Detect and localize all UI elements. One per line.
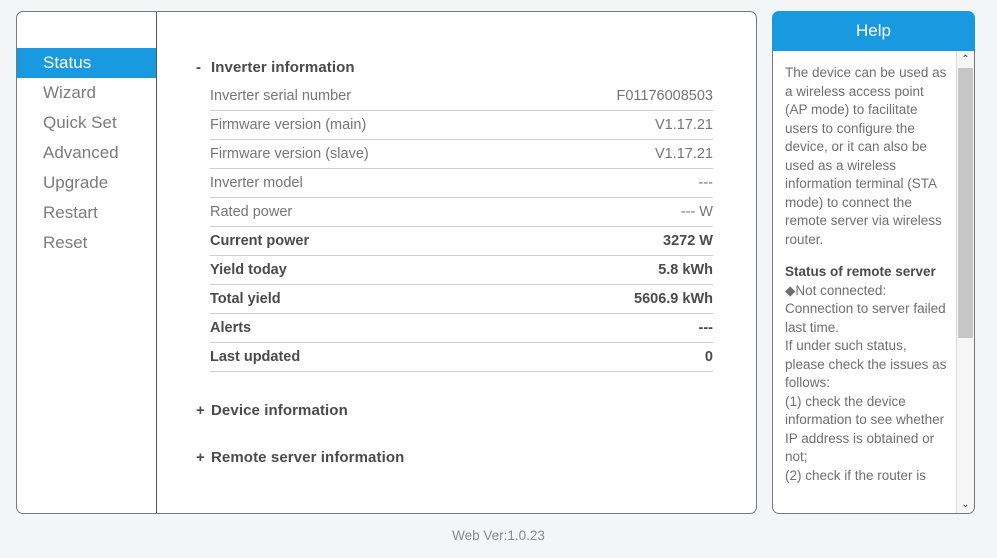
table-row: Inverter serial number F01176008503 xyxy=(210,82,713,111)
help-status-line-4: (2) check if the router is xyxy=(785,467,927,483)
help-panel-header: Help xyxy=(772,11,975,51)
row-label: Rated power xyxy=(210,197,462,227)
row-value: 5606.9 kWh xyxy=(461,284,713,314)
sidebar-item-status[interactable]: Status xyxy=(17,48,156,78)
sidebar-item-label: Advanced xyxy=(43,143,119,162)
table-row: Last updated 0 xyxy=(210,342,713,372)
section-title: Inverter information xyxy=(211,59,355,76)
row-value: --- xyxy=(461,313,713,343)
help-panel-body-wrapper: The device can be used as a wireless acc… xyxy=(772,51,975,514)
help-paragraph-intro: The device can be used as a wireless acc… xyxy=(785,65,947,247)
help-status-line-2: If under such status, please check the i… xyxy=(785,338,947,390)
device-information-header[interactable]: + Device information xyxy=(196,402,724,419)
table-row: Inverter model --- xyxy=(210,168,713,198)
help-scrollbar[interactable]: ⌃ ⌄ xyxy=(956,51,974,513)
inverter-info-table: Inverter serial number F01176008503 Firm… xyxy=(210,82,713,372)
row-value: 5.8 kWh xyxy=(461,255,713,285)
sidebar-item-label: Quick Set xyxy=(43,113,117,132)
row-label: Total yield xyxy=(210,284,462,314)
table-row: Firmware version (slave) V1.17.21 xyxy=(210,139,713,169)
inverter-information-header[interactable]: - Inverter information xyxy=(196,59,724,76)
help-subheading: Status of remote server xyxy=(785,264,936,279)
sidebar-item-label: Restart xyxy=(43,203,98,222)
row-label: Alerts xyxy=(210,313,462,343)
help-status-line-3: (1) check the device information to see … xyxy=(785,393,945,465)
sidebar-item-label: Reset xyxy=(43,233,88,252)
collapse-minus-icon[interactable]: - xyxy=(196,59,211,76)
section-title: Remote server information xyxy=(211,449,405,466)
sidebar-item-wizard[interactable]: Wizard xyxy=(17,78,156,108)
table-row: Current power 3272 W xyxy=(210,226,713,256)
table-row: Yield today 5.8 kWh xyxy=(210,255,713,285)
help-panel-text: The device can be used as a wireless acc… xyxy=(773,51,955,513)
table-row: Total yield 5606.9 kWh xyxy=(210,284,713,314)
main-window: Status Wizard Quick Set Advanced Upgrade… xyxy=(16,11,757,514)
row-label: Firmware version (main) xyxy=(210,110,462,140)
remote-server-information-header[interactable]: + Remote server information xyxy=(196,449,724,466)
web-version-label: Web Ver:1.0.23 xyxy=(452,528,545,543)
row-label: Yield today xyxy=(210,255,462,285)
row-value: --- W xyxy=(461,197,713,227)
help-paragraph-status: Status of remote server ◆Not connected: … xyxy=(785,263,947,485)
row-label: Last updated xyxy=(210,342,462,372)
sidebar-item-advanced[interactable]: Advanced xyxy=(17,138,156,168)
table-row: Firmware version (main) V1.17.21 xyxy=(210,110,713,140)
row-label: Inverter serial number xyxy=(210,82,462,111)
sidebar-item-upgrade[interactable]: Upgrade xyxy=(17,168,156,198)
table-row: Rated power --- W xyxy=(210,197,713,227)
scroll-down-icon[interactable]: ⌄ xyxy=(957,496,974,513)
sidebar-item-label: Status xyxy=(43,53,92,72)
section-title: Device information xyxy=(211,402,348,419)
footer: Web Ver:1.0.23 xyxy=(0,528,997,543)
row-value: F01176008503 xyxy=(461,82,713,111)
table-row: Alerts --- xyxy=(210,313,713,343)
content-area: - Inverter information Inverter serial n… xyxy=(158,12,756,513)
row-value: 3272 W xyxy=(461,226,713,256)
scrollbar-thumb[interactable] xyxy=(958,68,973,338)
row-value: --- xyxy=(461,168,713,198)
scroll-up-icon[interactable]: ⌃ xyxy=(957,51,974,68)
sidebar-item-restart[interactable]: Restart xyxy=(17,198,156,228)
sidebar-nav: Status Wizard Quick Set Advanced Upgrade… xyxy=(17,12,157,513)
help-status-line-1: ◆Not connected: Connection to server fai… xyxy=(785,282,946,335)
help-title: Help xyxy=(856,21,891,40)
sidebar-item-label: Wizard xyxy=(43,83,96,102)
expand-plus-icon[interactable]: + xyxy=(196,402,211,419)
row-value: 0 xyxy=(461,342,713,372)
row-value: V1.17.21 xyxy=(461,139,713,169)
row-label: Current power xyxy=(210,226,462,256)
row-label: Firmware version (slave) xyxy=(210,139,462,169)
sidebar-item-quick-set[interactable]: Quick Set xyxy=(17,108,156,138)
sidebar-item-label: Upgrade xyxy=(43,173,109,192)
expand-plus-icon[interactable]: + xyxy=(196,449,211,466)
help-panel: Help The device can be used as a wireles… xyxy=(772,11,975,514)
row-value: V1.17.21 xyxy=(461,110,713,140)
row-label: Inverter model xyxy=(210,168,462,198)
sidebar-item-reset[interactable]: Reset xyxy=(17,228,156,258)
